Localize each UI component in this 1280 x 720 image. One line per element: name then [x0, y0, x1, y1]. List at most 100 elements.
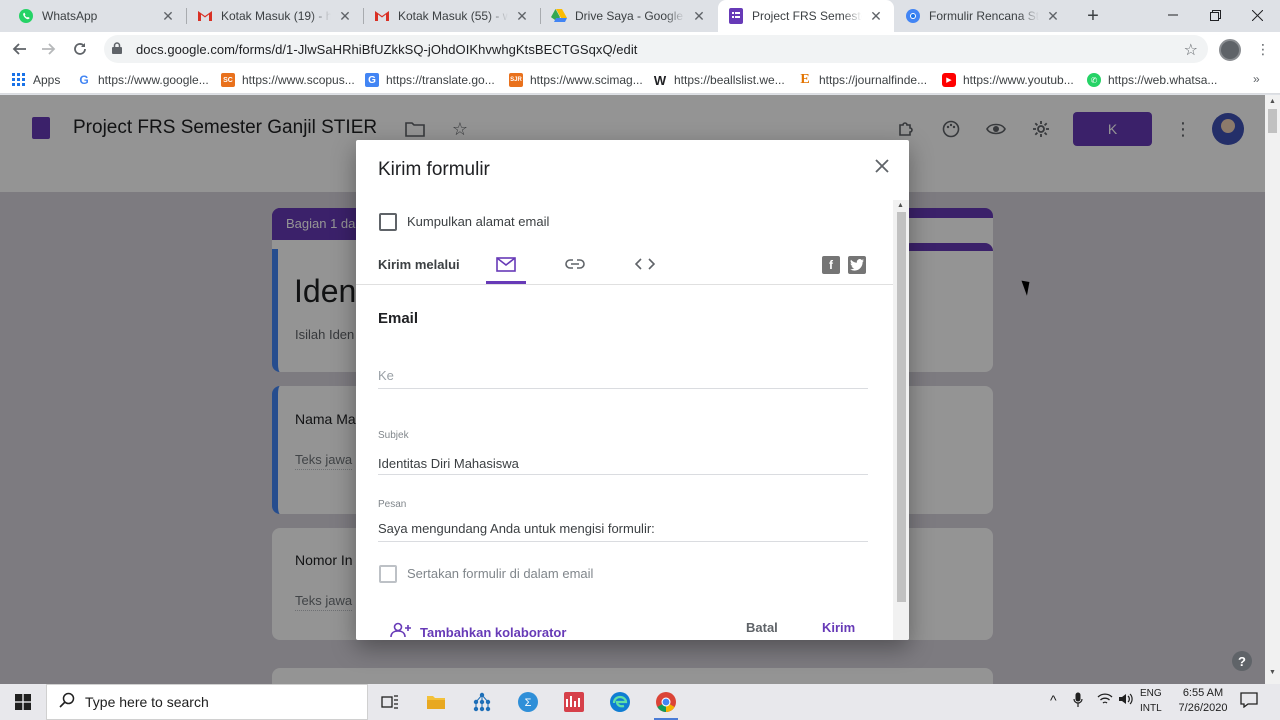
include-form-checkbox[interactable]: [379, 565, 397, 583]
close-tab-icon[interactable]: ✕: [160, 8, 176, 24]
send-submit-button[interactable]: Kirim: [822, 620, 855, 635]
lang-layout: INTL: [1140, 703, 1162, 714]
bookmark-scopus[interactable]: SC https://www.scopus...: [221, 71, 355, 89]
close-tab-icon[interactable]: ✕: [1045, 8, 1061, 24]
message-field[interactable]: [378, 541, 868, 542]
tab-formulir[interactable]: Formulir Rencana Studi ✕: [895, 0, 1071, 32]
close-tab-icon[interactable]: ✕: [868, 8, 884, 24]
close-tab-icon[interactable]: ✕: [691, 8, 707, 24]
google-icon: G: [79, 73, 89, 87]
close-tab-icon[interactable]: ✕: [337, 8, 353, 24]
chrome-taskbar-icon[interactable]: [652, 688, 680, 720]
bookmark-apps[interactable]: Apps: [12, 71, 60, 89]
add-person-icon: [390, 622, 412, 640]
bookmark-label: Apps: [33, 73, 61, 87]
close-window-icon[interactable]: [1234, 0, 1280, 30]
wifi-icon[interactable]: [1097, 692, 1113, 709]
bookmark-translate[interactable]: G https://translate.go...: [365, 71, 495, 89]
bookmark-label: https://www.youtub...: [963, 73, 1074, 87]
dialog-scrollbar[interactable]: ▲▼: [893, 200, 909, 640]
to-field-placeholder: Ke: [378, 368, 394, 383]
subject-field[interactable]: [378, 474, 868, 475]
add-collaborator-button[interactable]: Tambahkan kolaborator: [390, 622, 566, 640]
embed-code-icon[interactable]: [633, 253, 657, 275]
minimize-icon[interactable]: [1150, 0, 1196, 30]
network-app-icon[interactable]: [468, 688, 496, 716]
browser-menu-icon[interactable]: ⋮: [1256, 40, 1270, 58]
help-icon[interactable]: ?: [1232, 651, 1252, 671]
mail-icon[interactable]: [494, 253, 518, 275]
close-icon[interactable]: [870, 154, 894, 178]
close-tab-icon[interactable]: ✕: [514, 8, 530, 24]
browser-profile-avatar[interactable]: [1219, 39, 1241, 61]
tab-gmail-1[interactable]: Kotak Masuk (19) - her ✕: [187, 0, 363, 32]
scopus-icon: SC: [221, 73, 235, 87]
show-hidden-icons-icon[interactable]: ^: [1050, 692, 1057, 708]
divider: [356, 284, 893, 285]
search-placeholder: Type here to search: [85, 694, 209, 710]
bookmark-label: https://translate.go...: [386, 73, 495, 87]
notifications-icon[interactable]: [1240, 692, 1258, 710]
tab-forms-active[interactable]: Project FRS Semester G ✕: [718, 0, 894, 32]
bookmark-label: https://www.google...: [98, 73, 209, 87]
bookmark-youtube[interactable]: ▶ https://www.youtub...: [942, 71, 1074, 89]
gmail-icon: [197, 8, 213, 24]
bookmark-whatsapp[interactable]: ✆ https://web.whatsa...: [1087, 71, 1217, 89]
bookmark-journalfinder[interactable]: E https://journalfinde...: [798, 71, 927, 89]
edge-icon[interactable]: [606, 688, 634, 716]
back-icon[interactable]: [8, 37, 32, 61]
lock-icon: [112, 41, 126, 57]
tab-title: WhatsApp: [42, 9, 98, 23]
bookmark-star-icon[interactable]: ☆: [1184, 40, 1198, 60]
tab-title: Drive Saya - Google Dri: [575, 9, 685, 23]
reload-icon[interactable]: [68, 37, 92, 61]
send-via-label: Kirim melalui: [378, 257, 460, 272]
bookmark-label: https://www.scopus...: [242, 73, 355, 87]
bookmark-beallslist[interactable]: W https://beallslist.we...: [653, 71, 785, 89]
taskbar-search[interactable]: Type here to search: [46, 684, 368, 720]
address-bar[interactable]: docs.google.com/forms/d/1-JlwSaHRhiBfUZk…: [104, 35, 1208, 63]
clock-time: 6:55 AM: [1182, 687, 1224, 699]
drive-icon: [551, 8, 567, 24]
email-section-heading: Email: [378, 310, 419, 327]
more-bookmarks-icon[interactable]: »: [1253, 72, 1260, 86]
forms-icon: [728, 8, 744, 24]
system-clock[interactable]: 6:55 AM 7/26/2020: [1174, 686, 1232, 716]
windows-start-icon[interactable]: [0, 684, 46, 720]
apps-grid-icon: [12, 73, 26, 87]
restore-icon[interactable]: [1192, 0, 1238, 30]
stats-app-icon[interactable]: Σ: [514, 688, 542, 716]
include-form-label: Sertakan formulir di dalam email: [407, 566, 594, 581]
twitter-icon[interactable]: [848, 256, 866, 274]
microphone-icon[interactable]: [1073, 692, 1083, 711]
journalfinder-icon: E: [800, 72, 810, 87]
spss-icon[interactable]: [560, 688, 588, 716]
search-icon: [59, 692, 75, 713]
tab-title: Formulir Rencana Studi: [929, 9, 1039, 23]
subject-value: Identitas Diri Mahasiswa: [378, 456, 519, 471]
facebook-icon[interactable]: f: [822, 256, 840, 274]
bookmark-google[interactable]: G https://www.google...: [77, 71, 209, 89]
link-icon[interactable]: [563, 253, 587, 275]
new-tab-icon[interactable]: +: [1082, 5, 1104, 27]
collect-email-checkbox[interactable]: [379, 213, 397, 231]
lang-code: ENG: [1140, 688, 1162, 699]
volume-icon[interactable]: [1118, 692, 1134, 709]
translate-icon: G: [365, 73, 379, 87]
input-language-indicator[interactable]: ENG INTL: [1140, 686, 1162, 716]
page-scrollbar[interactable]: ▲ ▼: [1265, 95, 1280, 684]
bookmark-scimago[interactable]: SJR https://www.scimag...: [509, 71, 643, 89]
tab-gmail-2[interactable]: Kotak Masuk (55) - wija ✕: [364, 0, 540, 32]
gmail-icon: [374, 8, 390, 24]
forward-icon[interactable]: [36, 37, 60, 61]
task-view-icon[interactable]: [376, 688, 404, 716]
file-explorer-icon[interactable]: [422, 688, 450, 716]
browser-toolbar: docs.google.com/forms/d/1-JlwSaHRhiBfUZk…: [0, 32, 1280, 66]
bookmark-label: https://beallslist.we...: [674, 73, 785, 87]
message-caption: Pesan: [378, 499, 407, 510]
cancel-button[interactable]: Batal: [746, 620, 778, 635]
tab-drive[interactable]: Drive Saya - Google Dri ✕: [541, 0, 717, 32]
message-value: Saya mengundang Anda untuk mengisi formu…: [378, 521, 655, 536]
to-field[interactable]: [378, 388, 868, 389]
tab-whatsapp[interactable]: WhatsApp ✕: [8, 0, 186, 32]
